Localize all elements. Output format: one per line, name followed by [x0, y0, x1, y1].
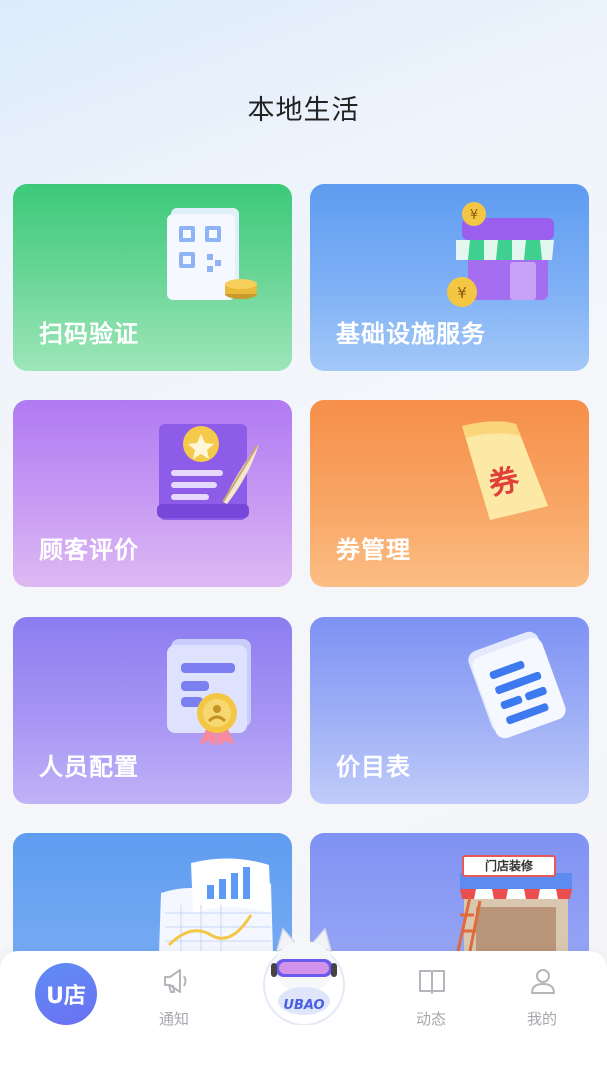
card-staff-config[interactable]: 人员配置 [13, 617, 292, 804]
tab-label: 动态 [415, 1010, 446, 1028]
tab-label: 我的 [526, 1010, 557, 1028]
svg-text:¥: ¥ [457, 284, 467, 302]
page-title: 本地生活 [247, 95, 360, 126]
qr-scan-icon [167, 208, 257, 300]
shop-sign: 门店装修 [462, 855, 556, 877]
card-price-list[interactable]: 价目表 [310, 617, 589, 804]
svg-text:¥: ¥ [470, 208, 478, 223]
tab-notify[interactable]: 通知 [124, 951, 224, 1051]
mascot-icon[interactable]: UBAO [259, 915, 349, 1025]
card-coupon-management[interactable]: 券 券管理 [310, 400, 589, 587]
price-list-icon [468, 631, 566, 739]
card-infrastructure-service[interactable]: ¥ ¥ 基础设施服务 [310, 184, 589, 371]
mascot-label: UBAO [283, 998, 324, 1013]
coupon-icon: 券 [462, 421, 548, 520]
card-scan-verify[interactable]: 扫码验证 [13, 184, 292, 371]
card-label: 人员配置 [39, 753, 139, 781]
card-label: 基础设施服务 [336, 320, 486, 348]
book-icon [419, 970, 445, 994]
tab-mine[interactable]: 我的 [492, 951, 592, 1051]
tab-home-u-store[interactable]: U店 [35, 963, 97, 1025]
tab-label: 通知 [158, 1010, 189, 1028]
staff-badge-icon [167, 639, 251, 745]
user-icon [531, 969, 555, 994]
u-store-logo: U店 [46, 984, 86, 1009]
card-label: 价目表 [336, 753, 411, 781]
store-icon: ¥ ¥ [447, 202, 554, 307]
card-label: 券管理 [336, 536, 411, 564]
review-certificate-icon [157, 424, 259, 520]
card-label: 扫码验证 [39, 320, 139, 348]
card-label: 顾客评价 [39, 536, 139, 564]
megaphone-icon [164, 969, 187, 993]
card-customer-review[interactable]: 顾客评价 [13, 400, 292, 587]
tab-feed[interactable]: 动态 [381, 951, 481, 1051]
